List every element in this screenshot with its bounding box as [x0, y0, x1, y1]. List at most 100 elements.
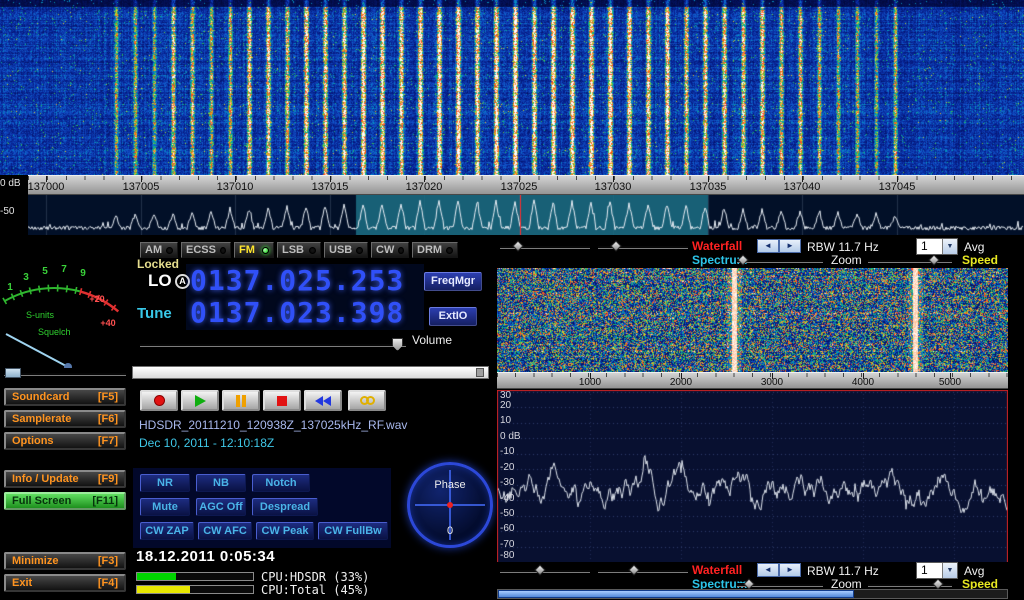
af-spectrum[interactable]: 30 20 10 0 dB -10 -20 -30 -40 -50 -60 -7…	[497, 390, 1008, 562]
s-meter[interactable]: 1 3 5 7 9 +20 +40 S-units Squelch	[2, 238, 128, 368]
play-icon	[195, 395, 206, 407]
dropdown-arrow-icon[interactable]: ▼	[942, 239, 957, 254]
rf-speed-slider[interactable]	[868, 259, 952, 263]
nudge-left-button[interactable]: ◄	[757, 239, 779, 253]
soundcard-button[interactable]: Soundcard[F5]	[4, 388, 126, 406]
s-meter-scale-p40: +40	[100, 318, 115, 328]
mute-button[interactable]: Mute	[140, 498, 190, 516]
squelch-slider-thumb[interactable]	[5, 368, 21, 378]
volume-label: Volume	[412, 333, 452, 347]
extio-button[interactable]: ExtIO	[429, 307, 477, 326]
slider-thumb[interactable]	[932, 578, 943, 589]
cpu-hdsdr-bar	[137, 573, 176, 580]
af-waterfall-contrast-slider[interactable]	[598, 569, 688, 573]
af-avg-count-select[interactable]: 1 ▼	[916, 562, 958, 579]
af-speed-slider[interactable]	[868, 583, 952, 587]
mode-drm-button[interactable]: DRM	[412, 242, 458, 258]
af-frequency-scale[interactable]: 1000 2000 3000 4000 5000	[497, 372, 1008, 389]
s-meter-scale-5: 5	[42, 266, 48, 277]
exit-button[interactable]: Exit[F4]	[4, 574, 126, 592]
tune-scroll-thumb[interactable]	[476, 368, 484, 377]
slider-thumb[interactable]	[928, 254, 939, 265]
freq-tick: 137015	[302, 181, 358, 193]
db-tick: -70	[500, 539, 514, 550]
af-tick: 4000	[835, 377, 891, 388]
cw-afc-button[interactable]: CW AFC	[198, 522, 252, 540]
fullscreen-button[interactable]: Full Screen[F11]	[4, 492, 126, 510]
notch-button[interactable]: Notch	[252, 474, 310, 492]
options-button[interactable]: Options[F7]	[4, 432, 126, 450]
lo-lock-icon[interactable]: A	[175, 274, 190, 289]
lo-label: LO	[148, 271, 172, 291]
rf-frequency-scale[interactable]: 137000 137005 137010 137015 137020 13702…	[28, 175, 1024, 195]
nudge-right-button[interactable]: ►	[779, 563, 801, 577]
tune-scroll-slider[interactable]	[132, 366, 489, 379]
nudge-right-button[interactable]: ►	[779, 239, 801, 253]
af-waterfall-brightness-slider[interactable]	[500, 569, 590, 573]
play-button[interactable]	[181, 390, 219, 411]
freq-tick: 137045	[869, 181, 925, 193]
lo-frequency-display[interactable]: 0137.025.253	[190, 265, 404, 297]
stop-button[interactable]	[263, 390, 301, 411]
am-led-icon	[166, 247, 173, 254]
waterfall-tab[interactable]: Waterfall	[692, 239, 742, 253]
phase-label: Phase	[410, 479, 490, 491]
phase-scope[interactable]: Phase 0	[407, 462, 493, 548]
af-zoom-scrollbar[interactable]	[497, 589, 1008, 599]
rf-avg-count-select[interactable]: 1 ▼	[916, 238, 958, 255]
af-waterfall[interactable]	[497, 268, 1008, 372]
slider-thumb[interactable]	[610, 240, 621, 251]
despread-button[interactable]: Despread	[252, 498, 318, 516]
avg-label: Avg	[964, 240, 984, 254]
nb-button[interactable]: NB	[196, 474, 246, 492]
mode-fm-button[interactable]: FM	[234, 242, 274, 258]
af-zoom-scrollbar-thumb[interactable]	[498, 590, 854, 598]
slider-thumb[interactable]	[512, 240, 523, 251]
slider-thumb[interactable]	[534, 564, 545, 575]
mode-cw-button[interactable]: CW	[371, 242, 409, 258]
rf-waterfall[interactable]	[0, 0, 1024, 175]
rf-zoom-slider[interactable]	[737, 259, 823, 263]
stop-icon	[277, 396, 287, 406]
minimize-button[interactable]: Minimize[F3]	[4, 552, 126, 570]
fm-led-icon	[262, 247, 269, 254]
samplerate-button[interactable]: Samplerate[F6]	[4, 410, 126, 428]
volume-slider[interactable]	[140, 338, 408, 352]
dropdown-arrow-icon[interactable]: ▼	[942, 563, 957, 578]
db-tick: 0 dB	[500, 431, 521, 442]
waterfall-tab[interactable]: Waterfall	[692, 563, 742, 577]
mode-ecss-button[interactable]: ECSS	[181, 242, 231, 258]
slider-thumb[interactable]	[628, 564, 639, 575]
s-meter-scale-p20: +20	[89, 294, 104, 304]
date-time-display: 18.12.2011 0:05:34	[136, 548, 275, 565]
cw-fullbw-button[interactable]: CW FullBw	[318, 522, 388, 540]
freqmgr-button[interactable]: FreqMgr	[424, 272, 482, 291]
rewind-icon	[315, 396, 323, 406]
nr-button[interactable]: NR	[140, 474, 190, 492]
cpu-hdsdr-label: CPU:HDSDR (33%)	[261, 570, 369, 584]
rbw-readout: RBW 11.7 Hz	[807, 240, 879, 254]
db-tick: -80	[500, 550, 514, 561]
mode-usb-button[interactable]: USB	[324, 242, 368, 258]
s-units-label: S-units	[26, 310, 55, 320]
pause-button[interactable]	[222, 390, 260, 411]
squelch-slider[interactable]	[4, 368, 126, 379]
cw-zap-button[interactable]: CW ZAP	[140, 522, 194, 540]
rf-waterfall-brightness-slider[interactable]	[500, 245, 590, 249]
nudge-left-button[interactable]: ◄	[757, 563, 779, 577]
cw-peak-button[interactable]: CW Peak	[256, 522, 314, 540]
rf-waterfall-contrast-slider[interactable]	[598, 245, 688, 249]
phase-center-dot	[447, 502, 453, 508]
agc-button[interactable]: AGC Off	[196, 498, 246, 516]
rewind-button[interactable]	[304, 390, 342, 411]
af-zoom-slider[interactable]	[737, 583, 823, 587]
tune-frequency-display[interactable]: 0137.023.398	[190, 297, 404, 329]
info-update-button[interactable]: Info / Update[F9]	[4, 470, 126, 488]
speed-label: Speed	[962, 253, 998, 267]
rf-spectrum[interactable]	[28, 195, 1024, 235]
mode-am-button[interactable]: AM	[140, 242, 178, 258]
volume-slider-thumb[interactable]	[392, 338, 403, 351]
record-button[interactable]	[140, 390, 178, 411]
mode-lsb-button[interactable]: LSB	[277, 242, 321, 258]
loop-button[interactable]	[348, 390, 386, 411]
